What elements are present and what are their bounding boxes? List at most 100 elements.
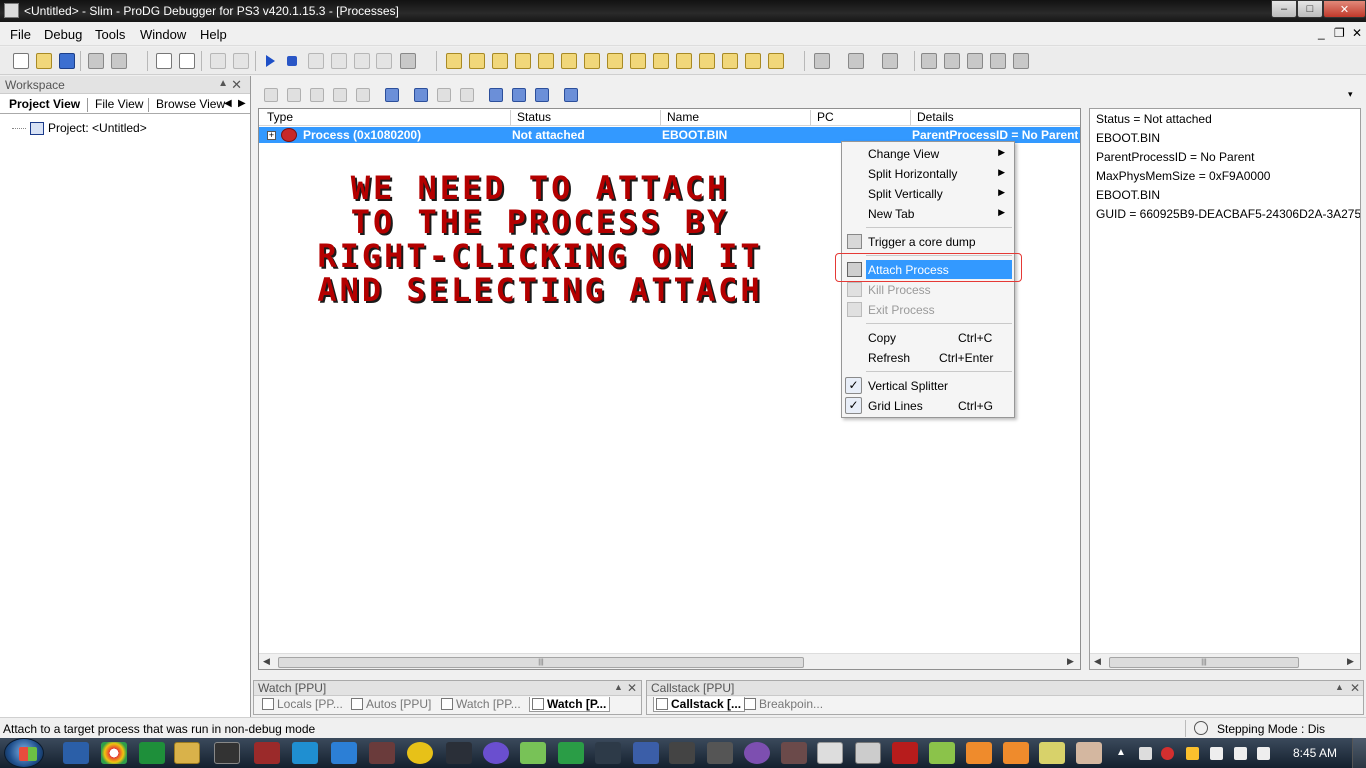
menu-tools[interactable]: Tools: [95, 27, 125, 42]
expand-icon[interactable]: +: [267, 131, 276, 140]
tab-file-view[interactable]: File View: [95, 97, 143, 111]
taskbar-app-icon[interactable]: [1003, 742, 1029, 764]
android-icon[interactable]: [520, 742, 546, 764]
project-tree-item[interactable]: Project: <Untitled>: [12, 121, 147, 135]
gears-icon[interactable]: [400, 53, 416, 69]
scroll-left-icon[interactable]: ◀: [263, 656, 270, 667]
view-breakpoints-icon[interactable]: [607, 53, 623, 69]
menu-item-refresh[interactable]: Refresh Ctrl+Enter: [842, 348, 1014, 367]
details-hscrollbar[interactable]: ◀ ||| ▶: [1090, 653, 1360, 669]
view-memory-icon[interactable]: [469, 53, 485, 69]
close-icon[interactable]: ✕: [231, 77, 242, 93]
view-source-icon[interactable]: [492, 53, 508, 69]
menu-item-grid-lines[interactable]: ✓ Grid Lines Ctrl+G: [842, 396, 1014, 415]
toolbar-overflow-icon[interactable]: ▾: [1348, 89, 1353, 100]
proc-exit-icon[interactable]: [460, 88, 474, 102]
taskbar-app-icon[interactable]: [483, 742, 509, 764]
tab-autos[interactable]: Autos [PPU]: [351, 697, 431, 711]
tab-next-icon[interactable]: ▶: [238, 98, 246, 109]
step-over-icon[interactable]: [331, 53, 347, 69]
menu-item-exit-process[interactable]: Exit Process: [842, 300, 1014, 319]
taskbar-app-icon[interactable]: [63, 742, 89, 764]
mdi-minimize-button[interactable]: _: [1318, 26, 1325, 40]
tab-watch-1[interactable]: Watch [PP...: [441, 697, 521, 711]
open-folder-icon[interactable]: [36, 53, 52, 69]
close-icon[interactable]: ✕: [627, 681, 637, 695]
taskbar-app-icon[interactable]: [407, 742, 433, 764]
view-disasm-icon[interactable]: [446, 53, 462, 69]
title-bar[interactable]: <Untitled> - Slim - ProDG Debugger for P…: [0, 0, 1366, 22]
scroll-right-icon[interactable]: ▶: [1067, 656, 1074, 667]
tab-browse-view[interactable]: Browse View: [156, 97, 225, 111]
show-desktop-button[interactable]: [1352, 738, 1366, 768]
tab-callstack[interactable]: Callstack [...: [653, 697, 746, 712]
menu-item-new-tab[interactable]: New Tab ▶: [842, 204, 1014, 223]
proc-step-into-icon[interactable]: [310, 88, 324, 102]
scroll-thumb[interactable]: |||: [278, 657, 804, 668]
stop-icon[interactable]: [287, 56, 297, 66]
reset-icon[interactable]: [210, 53, 226, 69]
prodg-icon[interactable]: [855, 742, 881, 764]
start-button[interactable]: [4, 738, 44, 768]
view-output-icon[interactable]: [745, 53, 761, 69]
pin-icon[interactable]: ▲: [218, 78, 228, 89]
taskbar-app-icon[interactable]: [817, 742, 843, 764]
scroll-left-icon[interactable]: ◀: [1094, 656, 1101, 667]
proc-run-icon[interactable]: [264, 88, 278, 102]
proc-step-over-icon[interactable]: [333, 88, 347, 102]
column-type[interactable]: Type: [259, 110, 509, 126]
view-locals-icon[interactable]: [538, 53, 554, 69]
window-cascade-icon[interactable]: [944, 53, 960, 69]
proc-load-icon[interactable]: [385, 88, 399, 102]
menu-help[interactable]: Help: [200, 27, 227, 42]
taskbar-app-icon[interactable]: [744, 742, 770, 764]
run-to-cursor-icon[interactable]: [376, 53, 392, 69]
menu-item-change-view[interactable]: Change View ▶: [842, 144, 1014, 163]
tab-breakpoints[interactable]: Breakpoin...: [744, 697, 823, 711]
taskbar-app-icon[interactable]: [669, 742, 695, 764]
window-options-icon[interactable]: [1013, 53, 1029, 69]
run-icon[interactable]: [266, 55, 275, 67]
step-out-icon[interactable]: [354, 53, 370, 69]
taskbar-app-icon[interactable]: [1076, 742, 1102, 764]
menu-item-copy[interactable]: Copy Ctrl+C: [842, 328, 1014, 347]
taskbar-app-icon[interactable]: [292, 742, 318, 764]
bug-icon[interactable]: [446, 742, 472, 764]
menu-item-kill-process[interactable]: Kill Process: [842, 280, 1014, 299]
column-name[interactable]: Name: [660, 110, 810, 126]
tray-expand-icon[interactable]: ▲: [1116, 747, 1126, 758]
proc-attach-icon[interactable]: [414, 88, 428, 102]
column-details[interactable]: Details: [910, 110, 1080, 126]
explorer-icon[interactable]: [174, 742, 200, 764]
view-rsx-icon[interactable]: [722, 53, 738, 69]
view-tty-icon[interactable]: [676, 53, 692, 69]
proc-dump-icon[interactable]: [489, 88, 503, 102]
taskbar-app-icon[interactable]: [633, 742, 659, 764]
column-status[interactable]: Status: [510, 110, 660, 126]
proc-kill-icon[interactable]: [437, 88, 451, 102]
menu-item-split-vertically[interactable]: Split Vertically ▶: [842, 184, 1014, 203]
taskbar-app-icon[interactable]: [254, 742, 280, 764]
view-callstack-icon[interactable]: [584, 53, 600, 69]
proc-pin-icon[interactable]: [512, 88, 526, 102]
taskbar-app-icon[interactable]: [781, 742, 807, 764]
view-threads-icon[interactable]: [630, 53, 646, 69]
menu-item-split-horizontally[interactable]: Split Horizontally ▶: [842, 164, 1014, 183]
window-split-icon[interactable]: [990, 53, 1006, 69]
column-pc[interactable]: PC: [810, 110, 910, 126]
tab-prev-icon[interactable]: ◀: [224, 98, 232, 109]
menu-item-trigger-core-dump[interactable]: Trigger a core dump: [842, 232, 1014, 251]
view-registers-icon[interactable]: [515, 53, 531, 69]
view-spu-icon[interactable]: [699, 53, 715, 69]
app-icon[interactable]: [4, 3, 19, 18]
close-icon[interactable]: ✕: [1350, 681, 1360, 695]
view-modules-icon[interactable]: [653, 53, 669, 69]
cmd-icon[interactable]: [214, 742, 240, 764]
menu-window[interactable]: Window: [140, 27, 186, 42]
clock[interactable]: 8:45 AM: [1293, 746, 1337, 760]
pin-icon[interactable]: ▲: [1335, 682, 1344, 692]
taskbar-app-icon[interactable]: [558, 742, 584, 764]
memory-icon[interactable]: [88, 53, 104, 69]
hangouts-icon[interactable]: [139, 742, 165, 764]
load-elf-icon[interactable]: [156, 53, 172, 69]
